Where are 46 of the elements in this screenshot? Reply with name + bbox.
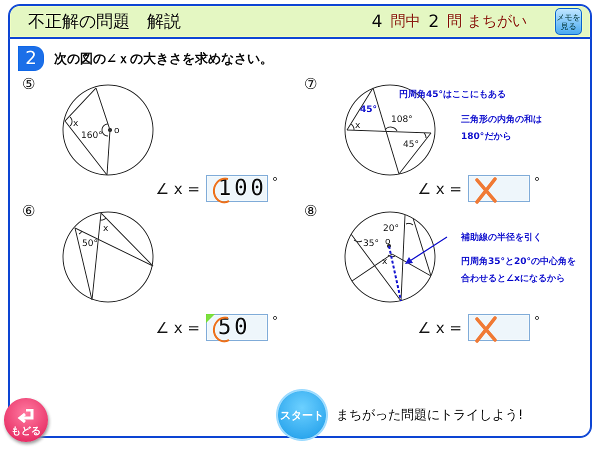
answer-label: ∠ x =: [418, 318, 462, 336]
angle-label: 35°: [363, 239, 379, 249]
angle-label: x: [73, 119, 78, 129]
angle-label: 20°: [383, 224, 399, 234]
angle-label: o: [385, 237, 391, 247]
wrong-count: 2: [428, 12, 440, 32]
hint-note: 三角形の内角の和は 180°だから: [461, 113, 542, 144]
hint-note: 円周角45°はここにもある: [399, 88, 506, 102]
question-text: 次の図の∠ｘの大きさを求めなさい。: [54, 50, 273, 68]
degree-unit: °: [272, 175, 278, 189]
total-count: 4: [372, 12, 382, 32]
hint-note: 円周角35°と20°の中心角を 合わせると∠xになるから: [461, 255, 576, 286]
return-arrow-icon: [16, 409, 36, 423]
degree-unit: °: [534, 175, 540, 189]
angle-label: 50°: [82, 239, 98, 249]
page-title: 不正解の問題 解説: [28, 11, 182, 33]
angle-label: 45°: [360, 105, 378, 115]
angle-label: x: [355, 121, 360, 131]
angle-label: 45°: [403, 140, 419, 150]
answer-field[interactable]: [468, 314, 530, 341]
back-button[interactable]: もどる: [4, 398, 48, 442]
answer-label: ∠ x =: [156, 180, 200, 198]
memo-button[interactable]: メモを 見る: [555, 8, 582, 35]
problem-number: ⑤: [22, 75, 35, 93]
angle-label: 108°: [391, 115, 413, 125]
problem-number: ⑥: [22, 202, 35, 220]
wrong-label: 問 まちがい: [447, 12, 527, 31]
question-number: 2: [18, 46, 44, 71]
answer-field[interactable]: [468, 175, 530, 202]
prompt-text: まちがった問題にトライしよう!: [336, 407, 524, 424]
angle-label: x: [382, 257, 388, 267]
answer-field[interactable]: 50: [206, 314, 268, 341]
answer-field[interactable]: 100: [206, 175, 268, 202]
radius-line: [388, 246, 402, 302]
problem-number: ⑧: [304, 202, 317, 220]
pointer-arrow: [405, 236, 448, 264]
problem-number: ⑦: [304, 75, 317, 93]
angle-label: x: [103, 224, 108, 234]
angle-label: o: [114, 126, 120, 136]
hint-note: 補助線の半径を引く: [461, 231, 542, 245]
answer-label: ∠ x =: [156, 318, 200, 336]
count-label: 問中: [390, 12, 420, 31]
angle-label: 160°: [81, 131, 103, 141]
degree-unit: °: [272, 314, 278, 328]
degree-unit: °: [534, 314, 540, 328]
answer-label: ∠ x =: [418, 180, 462, 198]
